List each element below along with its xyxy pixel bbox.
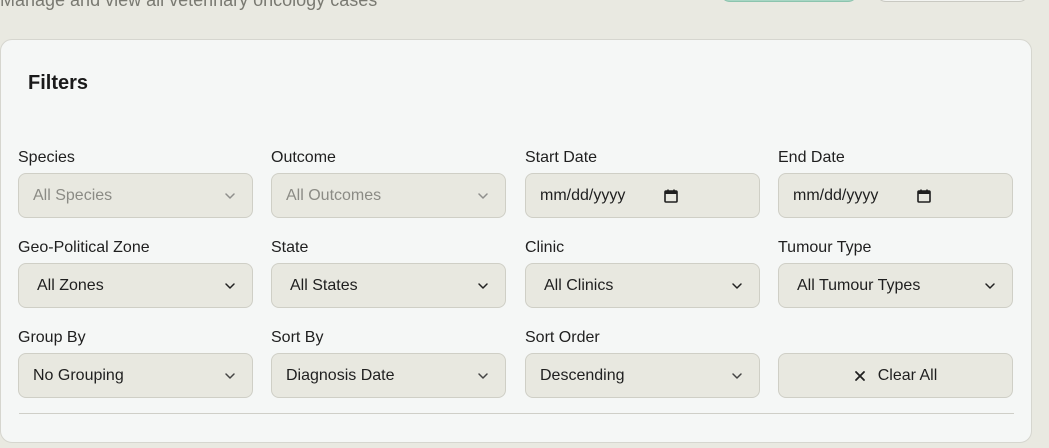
- close-icon: [854, 370, 865, 381]
- page-subtitle: Manage and view all veterinary oncology …: [0, 0, 378, 10]
- group-by-select[interactable]: No Grouping: [18, 353, 253, 398]
- species-filter: Species All Species: [18, 148, 253, 218]
- end-date-filter: End Date mm/dd/yyyy: [778, 148, 1013, 218]
- sort-by-value: Diagnosis Date: [286, 366, 395, 384]
- clear-all-container: Clear All: [778, 328, 1013, 398]
- calendar-icon[interactable]: [663, 188, 679, 204]
- state-label: State: [271, 239, 309, 256]
- clinic-value: All Clinics: [544, 276, 614, 294]
- sort-order-filter: Sort Order Descending: [525, 328, 760, 398]
- group-by-filter: Group By No Grouping: [18, 328, 253, 398]
- filters-panel: Filters Species All Species Outcome All …: [0, 39, 1032, 443]
- calendar-icon[interactable]: [916, 188, 932, 204]
- sort-order-select[interactable]: Descending: [525, 353, 760, 398]
- species-select[interactable]: All Species: [18, 173, 253, 218]
- tumour-type-select[interactable]: All Tumour Types: [778, 263, 1013, 308]
- end-date-value: mm/dd/yyyy: [793, 186, 879, 204]
- outcome-filter: Outcome All Outcomes: [271, 148, 506, 218]
- tumour-type-filter: Tumour Type All Tumour Types: [778, 238, 1013, 308]
- sort-by-filter: Sort By Diagnosis Date: [271, 328, 506, 398]
- state-select[interactable]: All States: [271, 263, 506, 308]
- outcome-value: All Outcomes: [286, 186, 382, 204]
- export-button[interactable]: [876, 0, 1029, 2]
- chevron-down-icon: [478, 282, 488, 289]
- end-date-input[interactable]: mm/dd/yyyy: [778, 173, 1013, 218]
- zone-label: Geo-Political Zone: [18, 239, 150, 256]
- group-by-label: Group By: [18, 329, 86, 346]
- outcome-label: Outcome: [271, 149, 336, 166]
- chevron-down-icon: [985, 282, 995, 289]
- chevron-down-icon: [478, 192, 488, 199]
- tumour-type-label: Tumour Type: [778, 239, 872, 256]
- state-value: All States: [290, 276, 358, 294]
- new-case-button[interactable]: [720, 0, 858, 2]
- chevron-down-icon: [478, 372, 488, 379]
- start-date-label: Start Date: [525, 149, 598, 166]
- clear-all-label: Clear All: [877, 366, 938, 384]
- clear-all-button[interactable]: Clear All: [778, 353, 1013, 398]
- zone-value: All Zones: [37, 276, 104, 294]
- outcome-select[interactable]: All Outcomes: [271, 173, 506, 218]
- start-date-value: mm/dd/yyyy: [540, 186, 626, 204]
- sort-by-select[interactable]: Diagnosis Date: [271, 353, 506, 398]
- chevron-down-icon: [225, 282, 235, 289]
- chevron-down-icon: [225, 192, 235, 199]
- chevron-down-icon: [225, 372, 235, 379]
- zone-filter: Geo-Political Zone All Zones: [18, 238, 253, 308]
- chevron-down-icon: [732, 282, 742, 289]
- filters-title: Filters: [28, 72, 89, 94]
- clinic-select[interactable]: All Clinics: [525, 263, 760, 308]
- start-date-input[interactable]: mm/dd/yyyy: [525, 173, 760, 218]
- start-date-filter: Start Date mm/dd/yyyy: [525, 148, 760, 218]
- sort-order-value: Descending: [540, 366, 625, 384]
- sort-by-label: Sort By: [271, 329, 324, 346]
- zone-select[interactable]: All Zones: [18, 263, 253, 308]
- tumour-type-value: All Tumour Types: [797, 276, 921, 294]
- chevron-down-icon: [732, 372, 742, 379]
- species-value: All Species: [33, 186, 113, 204]
- species-label: Species: [18, 149, 75, 166]
- clinic-label: Clinic: [525, 239, 565, 256]
- end-date-label: End Date: [778, 149, 845, 166]
- sort-order-label: Sort Order: [525, 329, 600, 346]
- group-by-value: No Grouping: [33, 366, 124, 384]
- clinic-filter: Clinic All Clinics: [525, 238, 760, 308]
- filters-divider: [19, 413, 1014, 414]
- state-filter: State All States: [271, 238, 506, 308]
